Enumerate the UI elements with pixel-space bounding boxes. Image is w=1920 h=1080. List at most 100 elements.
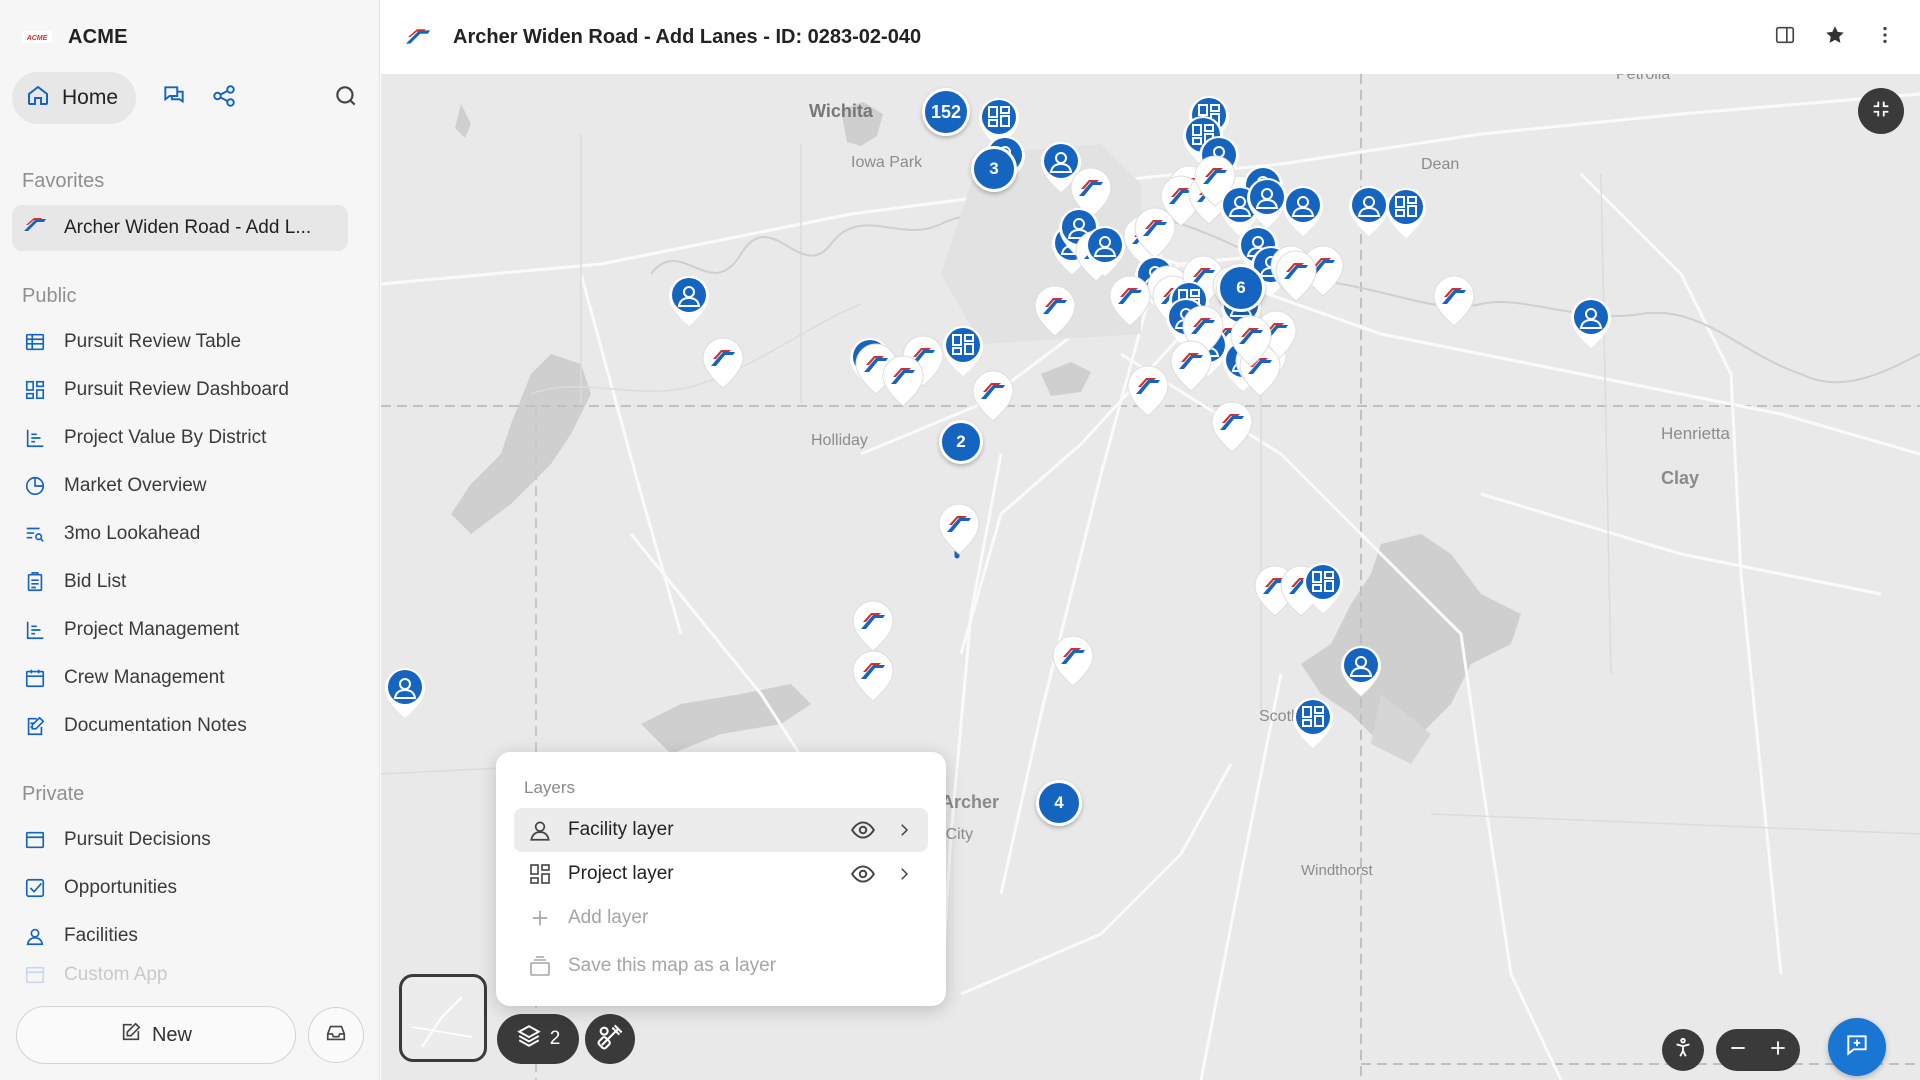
split-view-icon <box>1774 24 1796 51</box>
logo-marker[interactable] <box>1126 364 1170 418</box>
logo-marker[interactable] <box>701 336 745 390</box>
project-marker[interactable] <box>1384 186 1428 240</box>
nav-item-pursuit-decisions[interactable]: Pursuit Decisions <box>12 816 368 864</box>
nav-item-label: Custom App <box>64 964 168 985</box>
layer-row-project[interactable]: Project layer <box>514 852 928 896</box>
logo-marker[interactable] <box>851 599 895 653</box>
sidebar: ACME ACME Home Favorites Archer Widen Ro… <box>0 0 380 1080</box>
accessibility-button[interactable] <box>1662 1029 1704 1071</box>
favorite-button[interactable] <box>1818 20 1852 54</box>
facility-marker[interactable] <box>1339 644 1383 698</box>
page-title: Archer Widen Road - Add Lanes - ID: 0283… <box>453 25 922 48</box>
logo-marker[interactable] <box>971 369 1015 423</box>
map-cluster-marker[interactable]: 152 <box>922 88 970 136</box>
nav-item-label: Facilities <box>64 925 138 946</box>
private-heading: Private <box>22 783 85 805</box>
layers-icon <box>516 1023 542 1055</box>
nav-item-label: Project Management <box>64 619 240 640</box>
logo-marker[interactable] <box>1033 284 1077 338</box>
logo-marker[interactable] <box>1210 400 1254 454</box>
chevron-right-icon[interactable] <box>892 860 916 888</box>
nav-item-project-management[interactable]: Project Management <box>12 606 368 654</box>
nav-item-pursuit-review-table[interactable]: Pursuit Review Table <box>12 318 368 366</box>
checkbox-icon <box>22 875 48 901</box>
logo-marker[interactable] <box>937 502 981 556</box>
public-heading: Public <box>22 285 77 307</box>
save-map-as-layer-button[interactable]: Save this map as a layer <box>514 944 928 988</box>
add-layer-button[interactable]: Add layer <box>514 896 928 940</box>
nav-item-label: Opportunities <box>64 877 178 898</box>
nav-item-opportunities[interactable]: Opportunities <box>12 864 368 912</box>
search-button[interactable] <box>324 76 368 120</box>
new-button-label: New <box>151 1023 192 1046</box>
facility-marker[interactable] <box>383 666 427 720</box>
map-tools-button[interactable] <box>585 1014 635 1064</box>
nav-item-label: 3mo Lookahead <box>64 523 201 544</box>
collapse-map-button[interactable] <box>1858 88 1904 134</box>
search-icon <box>333 83 359 114</box>
facility-marker[interactable] <box>1083 224 1127 278</box>
window-icon <box>22 962 48 988</box>
minimap-toggle[interactable] <box>399 974 487 1062</box>
map-cluster-marker[interactable]: 2 <box>939 420 983 464</box>
nav-item-documentation-notes[interactable]: Documentation Notes <box>12 702 368 750</box>
logo-marker[interactable] <box>1432 274 1476 328</box>
chevron-right-icon[interactable] <box>892 816 916 844</box>
nav-item-pursuit-review-dashboard[interactable]: Pursuit Review Dashboard <box>12 366 368 414</box>
logo-marker[interactable] <box>1108 274 1152 328</box>
facility-marker[interactable] <box>667 274 711 328</box>
inbox-icon <box>325 1022 347 1049</box>
more-options-button[interactable] <box>1868 20 1902 54</box>
favorite-item-archer-widen-road[interactable]: Archer Widen Road - Add L... <box>12 205 348 251</box>
project-marker[interactable] <box>1301 561 1345 615</box>
bar-chart-icon <box>22 617 48 643</box>
map-cluster-marker[interactable]: 4 <box>1036 780 1082 826</box>
map-cluster-marker[interactable]: 6 <box>1217 264 1265 312</box>
logo-marker[interactable] <box>1169 339 1213 393</box>
nav-item-3mo-lookahead[interactable]: 3mo Lookahead <box>12 510 368 558</box>
place-label: Petrolia <box>1616 74 1671 83</box>
nav-item-label: Bid List <box>64 571 127 592</box>
minimap-preview <box>411 996 473 1048</box>
eye-icon[interactable] <box>848 816 878 844</box>
share-button[interactable] <box>204 78 244 118</box>
layer-label: Facility layer <box>568 819 674 840</box>
nav-item-custom-app[interactable]: Custom App <box>12 960 368 990</box>
map-cluster-marker[interactable]: 3 <box>971 146 1017 192</box>
nav-item-crew-management[interactable]: Crew Management <box>12 654 368 702</box>
layer-row-facility[interactable]: Facility layer <box>514 808 928 852</box>
nav-item-market-overview[interactable]: Market Overview <box>12 462 368 510</box>
layers-button[interactable]: 2 <box>497 1014 579 1064</box>
top-nav: Home <box>12 72 368 124</box>
acme-logo: ACME <box>22 27 52 47</box>
favorites-heading: Favorites <box>22 170 105 192</box>
chat-button[interactable] <box>154 78 194 118</box>
comment-button[interactable] <box>1828 1018 1886 1076</box>
accessibility-icon <box>1672 1037 1694 1064</box>
nav-item-facilities[interactable]: Facilities <box>12 912 368 960</box>
logo-marker[interactable] <box>851 649 895 703</box>
table-icon <box>22 329 48 355</box>
project-marker[interactable] <box>1291 696 1335 750</box>
public-nav-list: Pursuit Review Table Pursuit Review Dash… <box>12 318 368 750</box>
map-canvas[interactable]: Petrolia Wichita Iowa Park Dean Henriett… <box>381 74 1920 1080</box>
split-view-button[interactable] <box>1768 20 1802 54</box>
dashboard-icon <box>22 377 48 403</box>
nav-item-project-value-by-district[interactable]: Project Value By District <box>12 414 368 462</box>
home-button[interactable]: Home <box>12 72 137 124</box>
nav-item-bid-list[interactable]: Bid List <box>12 558 368 606</box>
logo-marker[interactable] <box>881 354 925 408</box>
logo-marker[interactable] <box>1051 634 1095 688</box>
inbox-button[interactable] <box>308 1007 364 1063</box>
logo-marker[interactable] <box>1274 249 1318 303</box>
logo-marker[interactable] <box>1229 314 1273 368</box>
facility-marker[interactable] <box>1569 296 1613 350</box>
nav-item-label: Pursuit Review Table <box>64 331 242 352</box>
zoom-out-icon[interactable] <box>1728 1038 1748 1063</box>
add-layer-label: Add layer <box>568 907 649 928</box>
new-button[interactable]: New <box>16 1006 296 1064</box>
facility-marker[interactable] <box>1281 184 1325 238</box>
eye-icon[interactable] <box>848 860 878 888</box>
zoom-in-icon[interactable] <box>1768 1038 1788 1063</box>
place-label: Wichita <box>809 101 873 121</box>
